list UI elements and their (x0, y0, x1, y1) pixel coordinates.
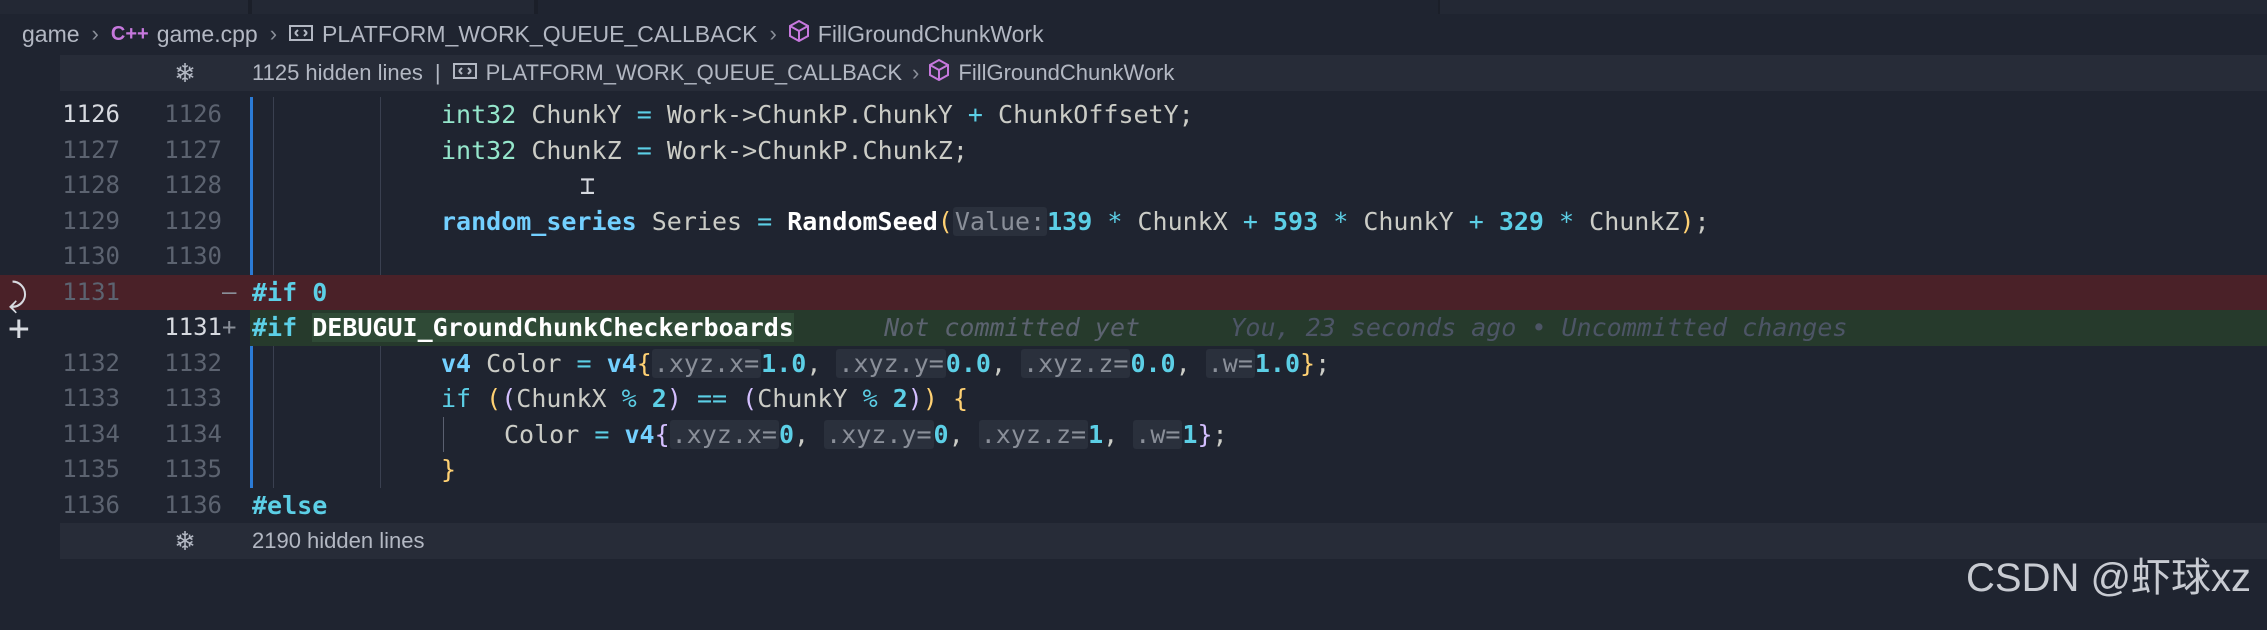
breadcrumb-file[interactable]: game.cpp (157, 21, 258, 48)
code-line[interactable]: 1129 1129 random_series Series = RandomS… (0, 204, 2267, 240)
inlay-hint: Value: (952, 206, 1048, 236)
unfold-icon[interactable]: ❄ (170, 526, 200, 557)
breadcrumb: game › C++ game.cpp › PLATFORM_WORK_QUEU… (0, 14, 2267, 54)
code-line[interactable]: 1134 1134 Color = v4{.xyz.x=0, .xyz.y=0,… (0, 417, 2267, 453)
cpp-file-icon: C++ (110, 22, 149, 45)
breadcrumb-symbol-macro[interactable]: PLATFORM_WORK_QUEUE_CALLBACK (322, 21, 757, 48)
stage-change-icon[interactable]: + (8, 308, 30, 349)
folded-region-bottom[interactable]: ❄ 2190 hidden lines (60, 523, 2267, 559)
code-line[interactable]: 1127 1127 int32 ChunkZ = Work->ChunkP.Ch… (0, 133, 2267, 169)
watermark: CSDN @虾球xz (1966, 556, 2252, 600)
chevron-right-icon: › (769, 21, 777, 46)
tab-active[interactable] (538, 0, 1438, 14)
text-cursor-icon: ⌶ (580, 171, 596, 200)
breadcrumb-symbol-function[interactable]: FillGroundChunkWork (818, 21, 1044, 48)
hidden-lines-label: 1125 hidden lines (252, 60, 423, 85)
folded-region-top[interactable]: ❄ 1125 hidden lines | PLATFORM_WORK_QUEU… (60, 55, 2267, 91)
code-line[interactable]: 1133 1133 if ((ChunkX % 2) == (ChunkY % … (0, 381, 2267, 417)
macro-symbol-icon (289, 21, 314, 48)
code-line[interactable]: 1132 1132 v4 Color = v4{.xyz.x=1.0, .xyz… (0, 346, 2267, 382)
code-line[interactable]: 1130 1130 (0, 239, 2267, 275)
chevron-right-icon: › (269, 21, 278, 46)
diff-removed-marker: — (222, 277, 237, 306)
method-cube-icon (788, 19, 809, 48)
unfold-icon[interactable]: ❄ (170, 58, 200, 89)
tab[interactable] (252, 0, 534, 14)
code-line-added[interactable]: 1131 + #if DEBUGUI_GroundChunkCheckerboa… (0, 310, 2267, 346)
editor-empty-area (250, 559, 2267, 615)
method-cube-icon (929, 58, 950, 87)
code-line[interactable]: 1136 1136 #else (0, 488, 2267, 524)
hidden-lines-label: 2190 hidden lines (252, 528, 425, 553)
chevron-right-icon: › (912, 60, 920, 85)
tab[interactable] (0, 0, 248, 14)
macro-symbol-icon (452, 60, 477, 86)
git-blame-annotation: You, 23 seconds ago • Uncommitted change… (1230, 313, 1848, 342)
code-line-removed[interactable]: 1131 — #if 0 (0, 274, 2267, 310)
code-line[interactable]: 1126 1126 int32 ChunkY = Work->ChunkP.Ch… (0, 97, 2267, 133)
fold-symbol-macro[interactable]: PLATFORM_WORK_QUEUE_CALLBACK (486, 60, 902, 86)
tab[interactable] (1440, 0, 2267, 14)
breadcrumb-folder[interactable]: game (22, 21, 80, 48)
code-line[interactable]: 1135 1135 } (0, 452, 2267, 488)
diff-added-marker: + (222, 313, 237, 341)
git-blame-status: Not committed yet (884, 313, 1141, 342)
tab-strip (0, 0, 2267, 14)
fold-symbol-function[interactable]: FillGroundChunkWork (958, 60, 1174, 86)
chevron-right-icon: › (91, 21, 99, 46)
code-line[interactable]: 1128 1128 ⌶ (0, 168, 2267, 204)
